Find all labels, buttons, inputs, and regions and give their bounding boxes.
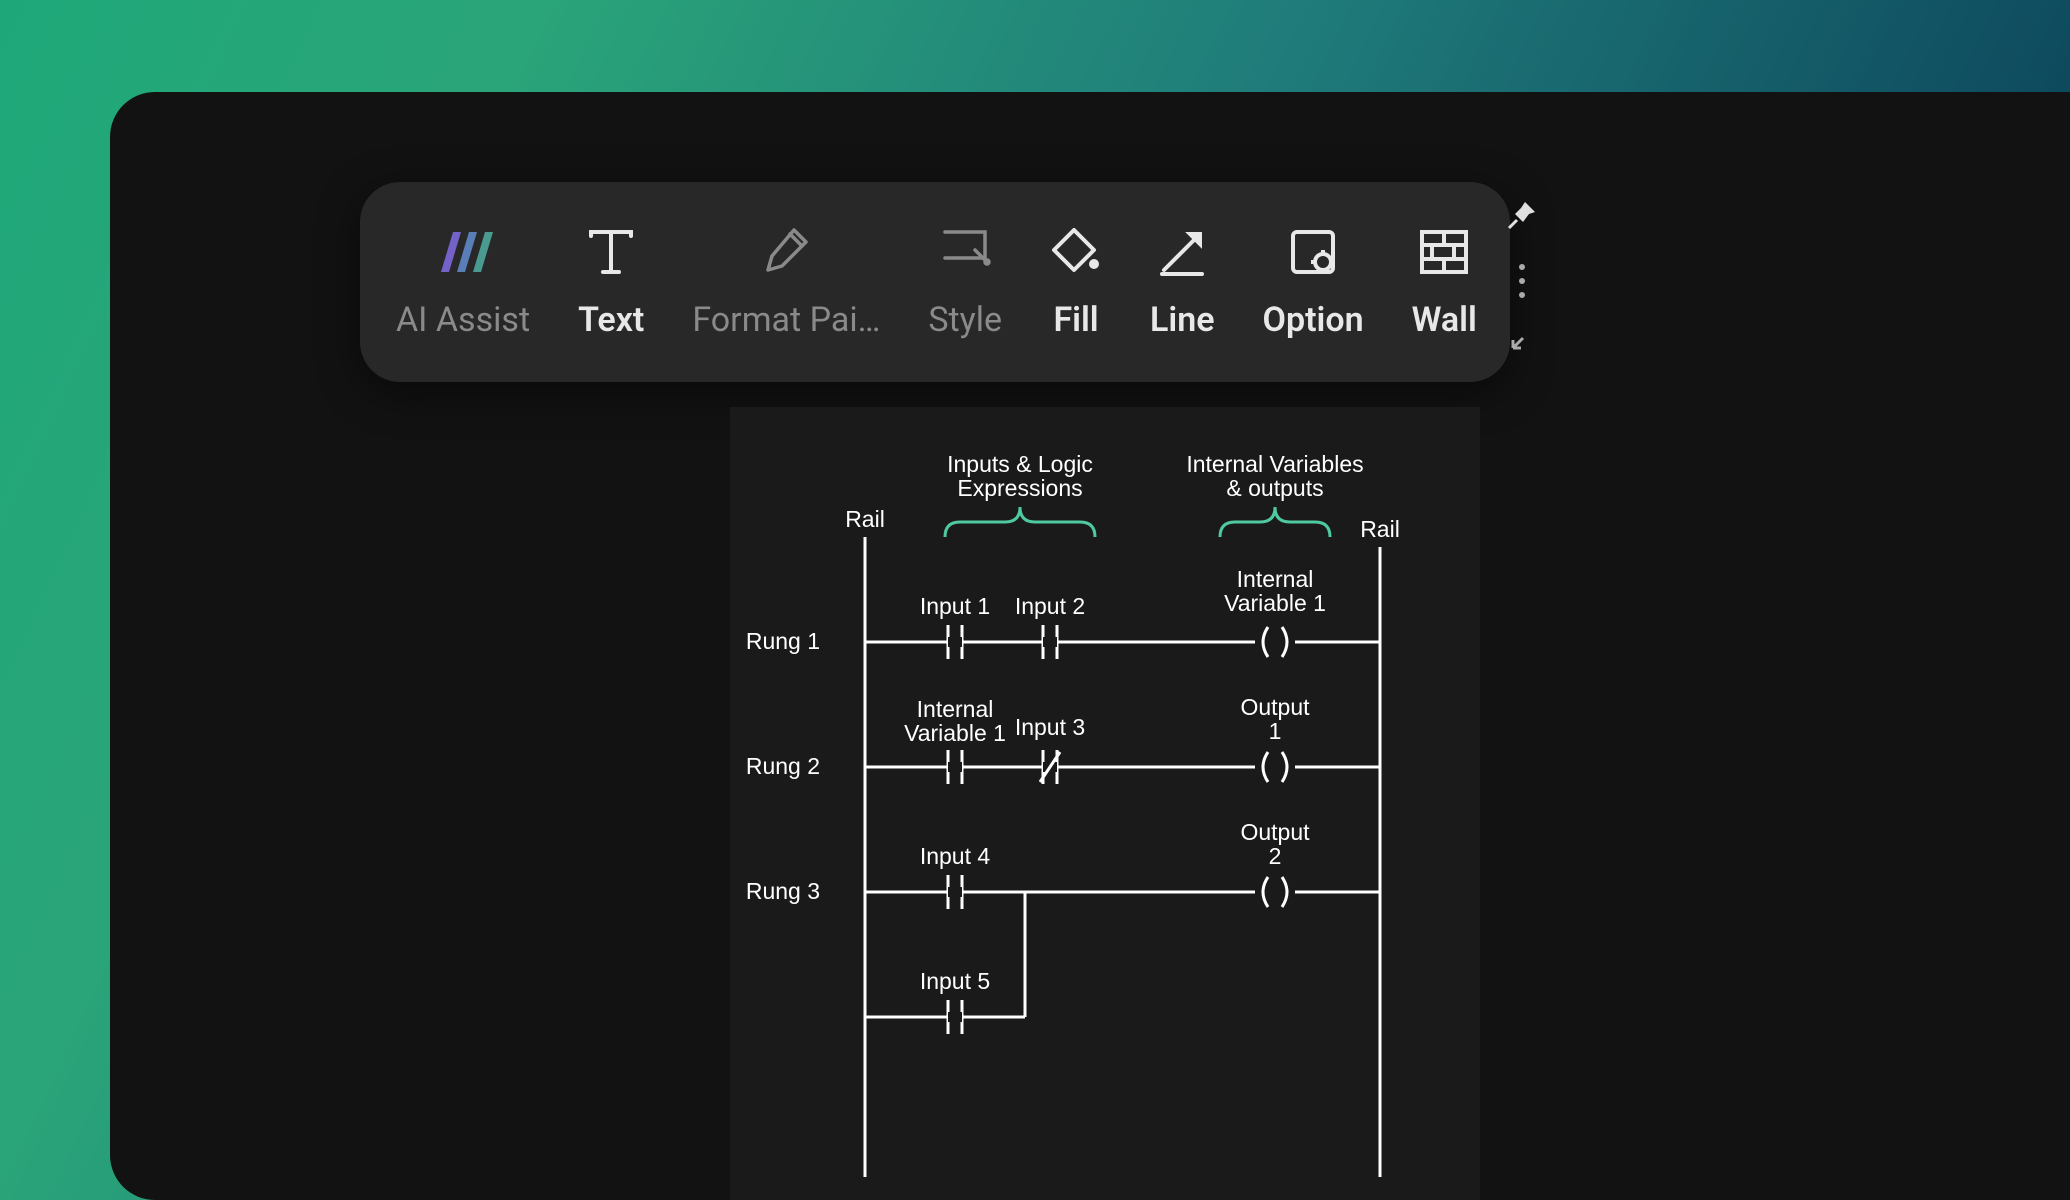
rung2-input1-label: InternalVariable 1 (904, 696, 1006, 746)
app-window: AI Assist Text Format Pai… (110, 92, 2070, 1200)
toolbar-label: Line (1150, 300, 1215, 340)
format-painter-icon (758, 224, 814, 280)
header-inputs: Inputs & LogicExpressions (947, 451, 1093, 501)
option-button[interactable]: Option (1239, 182, 1388, 382)
rung3-output-label: Output2 (1240, 819, 1310, 869)
toolbar: AI Assist Text Format Pai… (360, 182, 1510, 382)
rung1-output-label: InternalVariable 1 (1224, 566, 1326, 616)
toolbar-label: Wall (1412, 300, 1477, 340)
fill-button[interactable]: Fill (1026, 182, 1126, 382)
expand-icon[interactable] (1511, 328, 1533, 354)
style-icon (939, 224, 991, 280)
diagram-canvas[interactable]: Inputs & LogicExpressions Internal Varia… (730, 407, 1480, 1200)
style-button[interactable]: Style (904, 182, 1026, 382)
option-icon (1287, 224, 1339, 280)
toolbar-label: Format Pai… (692, 300, 880, 340)
rung3-parallel-label: Input 5 (920, 968, 990, 994)
text-button[interactable]: Text (554, 182, 668, 382)
toolbar-label: Option (1263, 300, 1364, 340)
fill-icon (1050, 224, 1102, 280)
rung1-input1-label: Input 1 (920, 593, 990, 619)
format-painter-button[interactable]: Format Pai… (668, 182, 904, 382)
rung2-output-label: Output1 (1240, 694, 1310, 744)
header-outputs: Internal Variables& outputs (1186, 451, 1363, 501)
toolbar-label: Text (578, 300, 644, 340)
ladder-diagram: Inputs & LogicExpressions Internal Varia… (730, 407, 1480, 1200)
ai-assist-button[interactable]: AI Assist (372, 182, 554, 382)
rung2-label: Rung 2 (746, 753, 820, 779)
line-icon (1156, 224, 1208, 280)
rail-left-label: Rail (845, 506, 885, 532)
rung1-label: Rung 1 (746, 628, 820, 654)
rung1-input2-label: Input 2 (1015, 593, 1085, 619)
line-button[interactable]: Line (1126, 182, 1239, 382)
rung3-label: Rung 3 (746, 878, 820, 904)
rung3-input1-label: Input 4 (920, 843, 991, 869)
toolbar-label: Fill (1053, 300, 1098, 340)
toolbar-label: Style (928, 300, 1002, 340)
more-icon[interactable] (1519, 264, 1525, 298)
pin-icon[interactable] (1507, 200, 1537, 234)
wall-icon (1418, 224, 1470, 280)
text-icon (585, 224, 637, 280)
toolbar-label: AI Assist (396, 300, 530, 340)
rail-right-label: Rail (1360, 516, 1400, 542)
ai-assist-icon (433, 224, 493, 280)
rung2-input2-label: Input 3 (1015, 714, 1085, 740)
wall-button[interactable]: Wall (1388, 182, 1501, 382)
